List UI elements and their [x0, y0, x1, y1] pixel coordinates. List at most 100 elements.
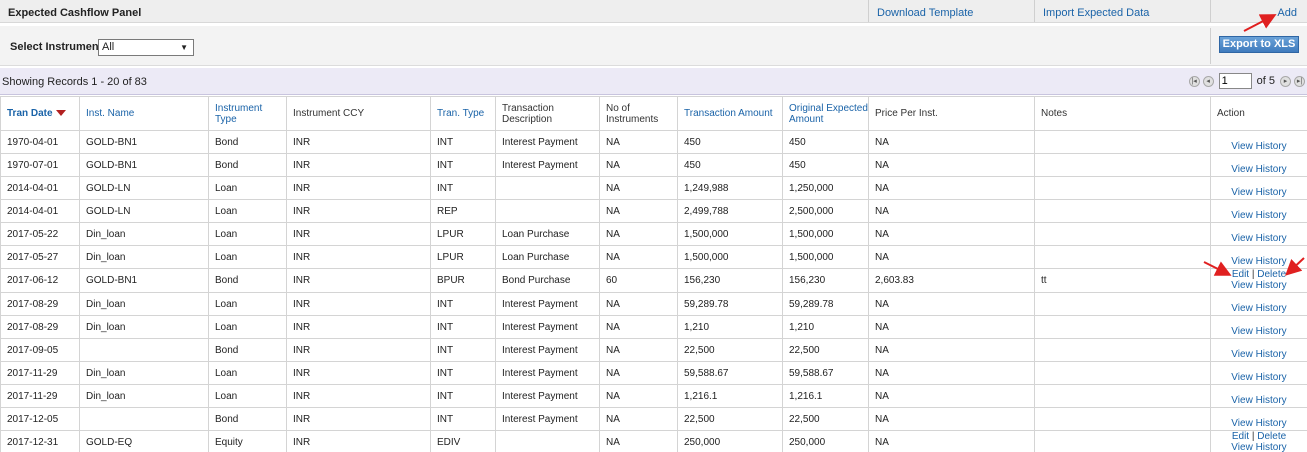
column-header-label: Inst. Name: [86, 108, 135, 119]
cell-ccy: INR: [286, 315, 431, 339]
delete-link[interactable]: Delete: [1257, 270, 1286, 281]
cell-num: NA: [599, 292, 678, 316]
cell-notes: [1034, 384, 1211, 408]
view-history-link[interactable]: View History: [1231, 326, 1286, 337]
view-history-link[interactable]: View History: [1231, 372, 1286, 383]
cell-date: 2017-06-12: [0, 268, 80, 293]
edit-link[interactable]: Edit: [1232, 270, 1249, 281]
table-row: 2014-04-01 GOLD-LN Loan INR INT NA 1,249,988 1,…: [0, 176, 1307, 200]
download-template-link[interactable]: Download Template: [877, 7, 973, 19]
view-history-link[interactable]: View History: [1231, 256, 1286, 267]
column-header[interactable]: Original Expected Amount: [782, 96, 869, 131]
column-header[interactable]: Transaction Amount: [677, 96, 783, 131]
column-header-label: Price Per Inst.: [875, 108, 938, 119]
view-history-link[interactable]: View History: [1231, 280, 1286, 291]
column-header: Instrument CCY: [286, 96, 431, 131]
cell-date: 1970-07-01: [0, 153, 80, 177]
cell-desc: Bond Purchase: [495, 268, 600, 293]
view-history-link[interactable]: View History: [1231, 233, 1286, 244]
first-page-icon[interactable]: |◂: [1188, 75, 1200, 87]
cell-price: NA: [868, 130, 1035, 154]
cell-amount: 59,588.67: [677, 361, 783, 385]
cell-desc: Interest Payment: [495, 361, 600, 385]
cell-action: View History: [1210, 130, 1307, 154]
cell-amount: 450: [677, 130, 783, 154]
cell-action: View History: [1210, 176, 1307, 200]
cell-type: Bond: [208, 407, 287, 431]
export-to-xls-button[interactable]: Export to XLS: [1219, 36, 1299, 53]
view-history-link[interactable]: View History: [1231, 418, 1286, 429]
cell-date: 2017-05-27: [0, 245, 80, 269]
view-history-link[interactable]: View History: [1231, 164, 1286, 175]
view-history-link[interactable]: View History: [1231, 141, 1286, 152]
view-history-link[interactable]: View History: [1231, 187, 1286, 198]
cell-tran-type: INT: [430, 176, 496, 200]
cell-ccy: INR: [286, 268, 431, 293]
cell-num: NA: [599, 430, 678, 452]
cell-price: NA: [868, 361, 1035, 385]
cell-tran-type: LPUR: [430, 245, 496, 269]
cashflow-table: Tran Date Inst. Name Instrument Type Instru…: [0, 96, 1307, 452]
cell-ccy: INR: [286, 407, 431, 431]
table-row: 1970-04-01 GOLD-BN1 Bond INR INT Interest Pay…: [0, 130, 1307, 154]
cell-ccy: INR: [286, 176, 431, 200]
cell-desc: [495, 199, 600, 223]
cell-ccy: INR: [286, 384, 431, 408]
view-history-link[interactable]: View History: [1231, 303, 1286, 314]
cell-amount: 156,230: [677, 268, 783, 293]
cell-orig: 1,500,000: [782, 222, 869, 246]
table-row: 2017-05-22 Din_loan Loan INR LPUR Loan Purcha…: [0, 222, 1307, 246]
next-page-icon[interactable]: ▸: [1280, 75, 1291, 87]
cell-price: NA: [868, 153, 1035, 177]
cell-notes: [1034, 361, 1211, 385]
cell-notes: [1034, 315, 1211, 339]
prev-page-icon[interactable]: ◂: [1202, 75, 1214, 87]
cell-notes: [1034, 153, 1211, 177]
cell-date: 2017-05-22: [0, 222, 80, 246]
import-expected-data-link[interactable]: Import Expected Data: [1043, 7, 1149, 19]
add-link[interactable]: Add: [1277, 7, 1297, 19]
column-header[interactable]: Inst. Name: [79, 96, 209, 131]
view-history-link[interactable]: View History: [1231, 210, 1286, 221]
last-page-icon[interactable]: ▸|: [1294, 75, 1305, 87]
cell-action: View History: [1210, 338, 1307, 362]
cell-action: Edit | Delete View History: [1210, 430, 1307, 452]
column-header[interactable]: Tran. Type: [430, 96, 496, 131]
cell-ccy: INR: [286, 130, 431, 154]
view-history-link[interactable]: View History: [1231, 442, 1286, 452]
column-header-label: Transaction Description: [502, 102, 554, 125]
cell-orig: 59,588.67: [782, 361, 869, 385]
column-header[interactable]: Tran Date: [0, 96, 80, 131]
instrument-select[interactable]: All ▼: [98, 39, 194, 56]
table-row: 2017-11-29 Din_loan Loan INR INT Interest Pay…: [0, 361, 1307, 385]
edit-link[interactable]: Edit: [1232, 432, 1249, 443]
column-header[interactable]: Instrument Type: [208, 96, 287, 131]
cell-type: Bond: [208, 268, 287, 293]
export-cell: Export to XLS: [1210, 28, 1307, 64]
cell-tran-type: INT: [430, 361, 496, 385]
column-header: No of Instruments: [599, 96, 678, 131]
cell-date: 2017-11-29: [0, 384, 80, 408]
cell-amount: 59,289.78: [677, 292, 783, 316]
view-history-link[interactable]: View History: [1231, 395, 1286, 406]
cell-type: Bond: [208, 338, 287, 362]
cell-ccy: INR: [286, 222, 431, 246]
table-row: 1970-07-01 GOLD-BN1 Bond INR INT Interest Pay…: [0, 153, 1307, 177]
table-row: 2017-11-29 Din_loan Loan INR INT Interest Pay…: [0, 384, 1307, 408]
cell-tran-type: REP: [430, 199, 496, 223]
cell-name: [79, 407, 209, 431]
page-number-input[interactable]: [1218, 73, 1252, 89]
cell-type: Equity: [208, 430, 287, 452]
cell-desc: [495, 176, 600, 200]
cell-name: Din_loan: [79, 222, 209, 246]
cell-num: NA: [599, 199, 678, 223]
view-history-link[interactable]: View History: [1231, 349, 1286, 360]
table-row: 2017-05-27 Din_loan Loan INR LPUR Loan Purcha…: [0, 245, 1307, 269]
cell-num: NA: [599, 338, 678, 362]
download-template-cell: Download Template: [868, 0, 1034, 22]
delete-link[interactable]: Delete: [1257, 432, 1286, 443]
cell-date: 2017-08-29: [0, 292, 80, 316]
cell-num: NA: [599, 315, 678, 339]
cell-num: 60: [599, 268, 678, 293]
cell-name: [79, 338, 209, 362]
